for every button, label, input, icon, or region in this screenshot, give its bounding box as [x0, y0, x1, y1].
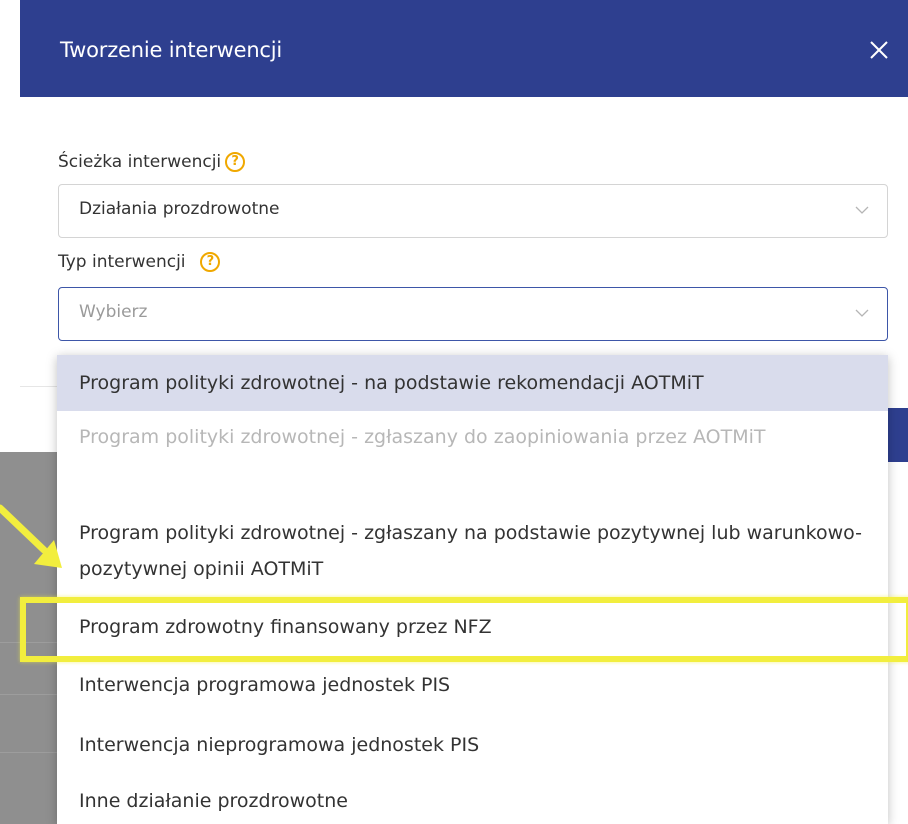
dropdown-option[interactable]: Inne działanie prozdrowotne	[57, 783, 888, 824]
modal-title: Tworzenie interwencji	[60, 38, 283, 62]
help-icon[interactable]: ?	[225, 152, 246, 172]
dropdown-option[interactable]: Program polityki zdrowotnej - zgłaszany …	[57, 515, 888, 595]
dropdown-option[interactable]: Program zdrowotny finansowany przez NFZ	[57, 609, 888, 653]
page-backdrop-right	[888, 462, 908, 824]
intervention-type-dropdown: Program polityki zdrowotnej - na podstaw…	[57, 355, 888, 824]
dropdown-option[interactable]: Program polityki zdrowotnej - na podstaw…	[57, 355, 888, 411]
close-icon[interactable]	[865, 36, 893, 64]
intervention-type-placeholder: Wybierz	[79, 302, 148, 322]
intervention-path-select[interactable]: Działania prozdrowotne	[58, 184, 888, 238]
chevron-down-icon	[855, 309, 869, 317]
intervention-path-value: Działania prozdrowotne	[79, 199, 280, 219]
path-field-label-text: Ścieżka interwencji	[58, 152, 222, 172]
type-field-label-text: Typ interwencji	[58, 252, 186, 272]
path-field-label: Ścieżka interwencji?	[58, 152, 246, 172]
chevron-down-icon	[855, 206, 869, 214]
intervention-type-select[interactable]: Wybierz	[58, 287, 888, 341]
dropdown-option[interactable]: Interwencja programowa jednostek PIS	[57, 667, 888, 711]
type-field-label: Typ interwencji ?	[58, 252, 221, 272]
dropdown-option[interactable]: Interwencja nieprogramowa jednostek PIS	[57, 727, 888, 771]
annotation-arrow-icon	[0, 504, 62, 568]
dropdown-option-disabled: Program polityki zdrowotnej - zgłaszany …	[79, 426, 766, 448]
modal-header: Tworzenie interwencji	[20, 0, 908, 97]
help-icon[interactable]: ?	[200, 252, 221, 272]
